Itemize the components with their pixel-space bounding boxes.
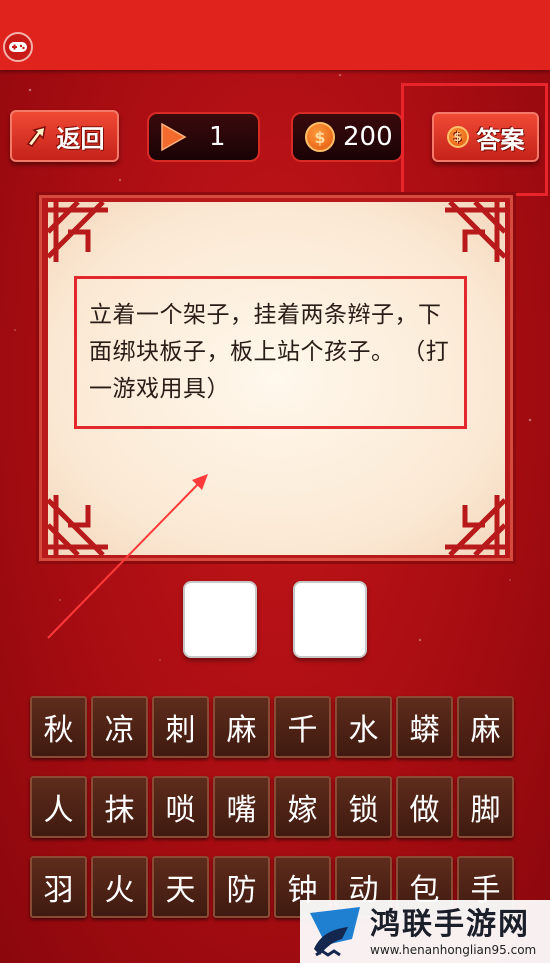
char-tile[interactable]: 火	[91, 856, 148, 918]
char-tile[interactable]: 刺	[152, 696, 209, 758]
answer-button[interactable]: $ 答案	[432, 112, 539, 162]
back-button[interactable]: 返回	[10, 110, 119, 162]
char-tile[interactable]: 唢	[152, 776, 209, 838]
back-label: 返回	[56, 124, 105, 153]
char-tile[interactable]: 羽	[30, 856, 87, 918]
char-tile[interactable]: 凉	[91, 696, 148, 758]
char-tile[interactable]: 麻	[457, 696, 514, 758]
level-value: 1	[209, 122, 226, 152]
character-grid: 秋 凉 刺 麻 千 水 蟒 麻 人 抹 唢 嘴 嫁 锁 做 脚 羽 火 天 防 …	[30, 696, 516, 918]
watermark-logo-icon	[310, 906, 360, 957]
back-arrow-icon	[26, 125, 46, 147]
char-tile[interactable]: 千	[274, 696, 331, 758]
char-tile[interactable]: 人	[30, 776, 87, 838]
top-bar	[0, 0, 550, 70]
gamepad-button[interactable]	[3, 32, 33, 62]
char-tile[interactable]: 天	[152, 856, 209, 918]
level-indicator: 1	[147, 112, 260, 162]
riddle-text: 立着一个架子，挂着两条辫子，下面绑块板子，板上站个孩子。 （打一游戏用具）	[74, 276, 467, 429]
watermark: 鸿联手游网 www.henanhonglian95.com	[300, 900, 550, 963]
lattice-corner-top-left	[48, 202, 108, 262]
char-tile[interactable]: 嫁	[274, 776, 331, 838]
char-tile[interactable]: 锁	[335, 776, 392, 838]
coin-icon: $	[305, 122, 335, 152]
char-tile[interactable]: 防	[213, 856, 270, 918]
char-tile[interactable]: 秋	[30, 696, 87, 758]
char-tile[interactable]: 蟒	[396, 696, 453, 758]
answer-slot[interactable]	[293, 581, 367, 658]
char-tile[interactable]: 嘴	[213, 776, 270, 838]
gamepad-icon	[9, 42, 27, 52]
coin-balance: $ 200	[291, 112, 403, 162]
answer-label: 答案	[476, 125, 525, 154]
char-tile[interactable]: 抹	[91, 776, 148, 838]
answer-slot[interactable]	[183, 581, 257, 658]
lattice-corner-bottom-right	[445, 495, 505, 555]
lattice-corner-top-right	[445, 202, 505, 262]
watermark-title: 鸿联手游网	[370, 906, 530, 942]
char-tile[interactable]: 脚	[457, 776, 514, 838]
coin-icon: $	[446, 126, 469, 148]
watermark-url: www.henanhonglian95.com	[370, 942, 537, 957]
char-tile[interactable]: 水	[335, 696, 392, 758]
char-tile[interactable]: 麻	[213, 696, 270, 758]
play-triangle-icon	[161, 122, 187, 152]
coin-value: 200	[343, 122, 393, 152]
char-tile[interactable]: 做	[396, 776, 453, 838]
